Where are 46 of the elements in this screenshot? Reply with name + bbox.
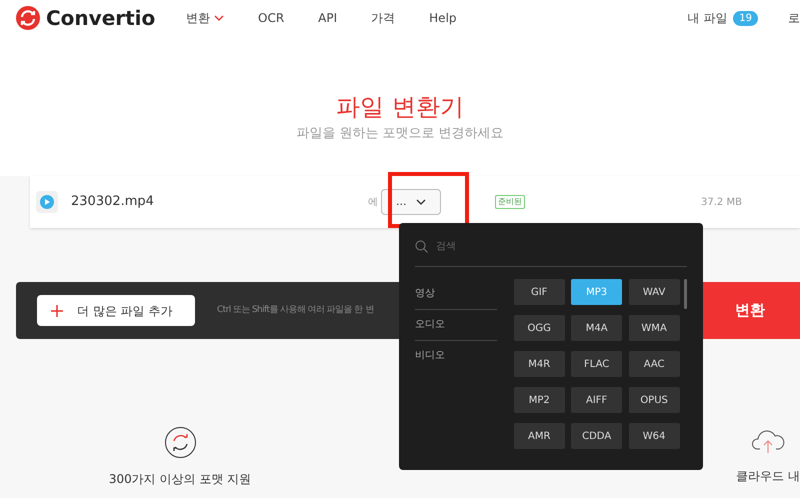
format-option[interactable]: FLAC <box>571 351 622 377</box>
nav-link[interactable]: OCR <box>258 9 284 27</box>
hidden-label: 변 <box>365 304 374 317</box>
login-link[interactable]: 로 <box>788 9 800 27</box>
convert-button[interactable]: 변환 <box>700 282 800 339</box>
sync-icon <box>164 427 196 458</box>
format-option[interactable]: M4A <box>571 315 622 341</box>
category-item[interactable]: 비디오 <box>415 341 497 371</box>
file-count-badge: 19 <box>733 10 758 26</box>
search-field[interactable]: 검색 <box>436 239 636 254</box>
nav-link[interactable]: 가격 <box>371 9 396 27</box>
category-item[interactable]: 영상 <box>415 279 497 310</box>
file-size: 37.2 MB <box>701 196 742 210</box>
status-badge: 준비된 <box>495 195 525 209</box>
feature-label: 클라우드 내 <box>736 468 800 485</box>
format-option[interactable]: OGG <box>514 315 565 341</box>
format-option[interactable]: OPUS <box>628 387 680 413</box>
feature-label: 300가지 이상의 포맷 지원 <box>108 471 252 488</box>
logo-text[interactable]: Convertio <box>46 3 156 33</box>
format-option[interactable]: WAV <box>628 279 680 305</box>
format-option[interactable]: MP2 <box>514 387 565 413</box>
category-item[interactable]: 오디오 <box>415 310 497 341</box>
add-files-button[interactable]: 더 많은 파일 추가 <box>37 295 195 326</box>
nav-link[interactable]: 변환 <box>186 9 224 27</box>
page-subtitle: 파일을 원하는 포맷으로 변경하세요 <box>296 125 504 143</box>
format-option[interactable]: AMR <box>514 423 565 449</box>
format-select[interactable]: ... <box>381 189 441 215</box>
to-label: 에 <box>367 196 379 210</box>
page-title: 파일 변환기 <box>336 92 464 122</box>
hint-text: Ctrl 또는 Shift를 사용해 여러 파일을 한 <box>217 304 362 317</box>
format-option[interactable]: AAC <box>628 351 680 377</box>
format-option[interactable]: W64 <box>628 423 680 449</box>
nav-link[interactable]: API <box>318 9 338 27</box>
format-option[interactable]: AIFF <box>571 387 622 413</box>
format-option[interactable]: WMA <box>628 315 680 341</box>
chevron-icon <box>416 199 426 205</box>
logo-icon <box>16 6 40 30</box>
format-option[interactable]: GIF <box>514 279 565 305</box>
file-name: 230302.mp4 <box>71 193 155 212</box>
video-file-icon <box>36 191 58 213</box>
nav-link[interactable]: Help <box>429 9 457 27</box>
format-option[interactable]: M4R <box>514 351 565 377</box>
my-files-link[interactable]: 내 파일 <box>687 9 728 27</box>
plus-icon <box>51 304 63 316</box>
format-option[interactable]: CDDA <box>571 423 622 449</box>
search-icon <box>415 240 428 253</box>
